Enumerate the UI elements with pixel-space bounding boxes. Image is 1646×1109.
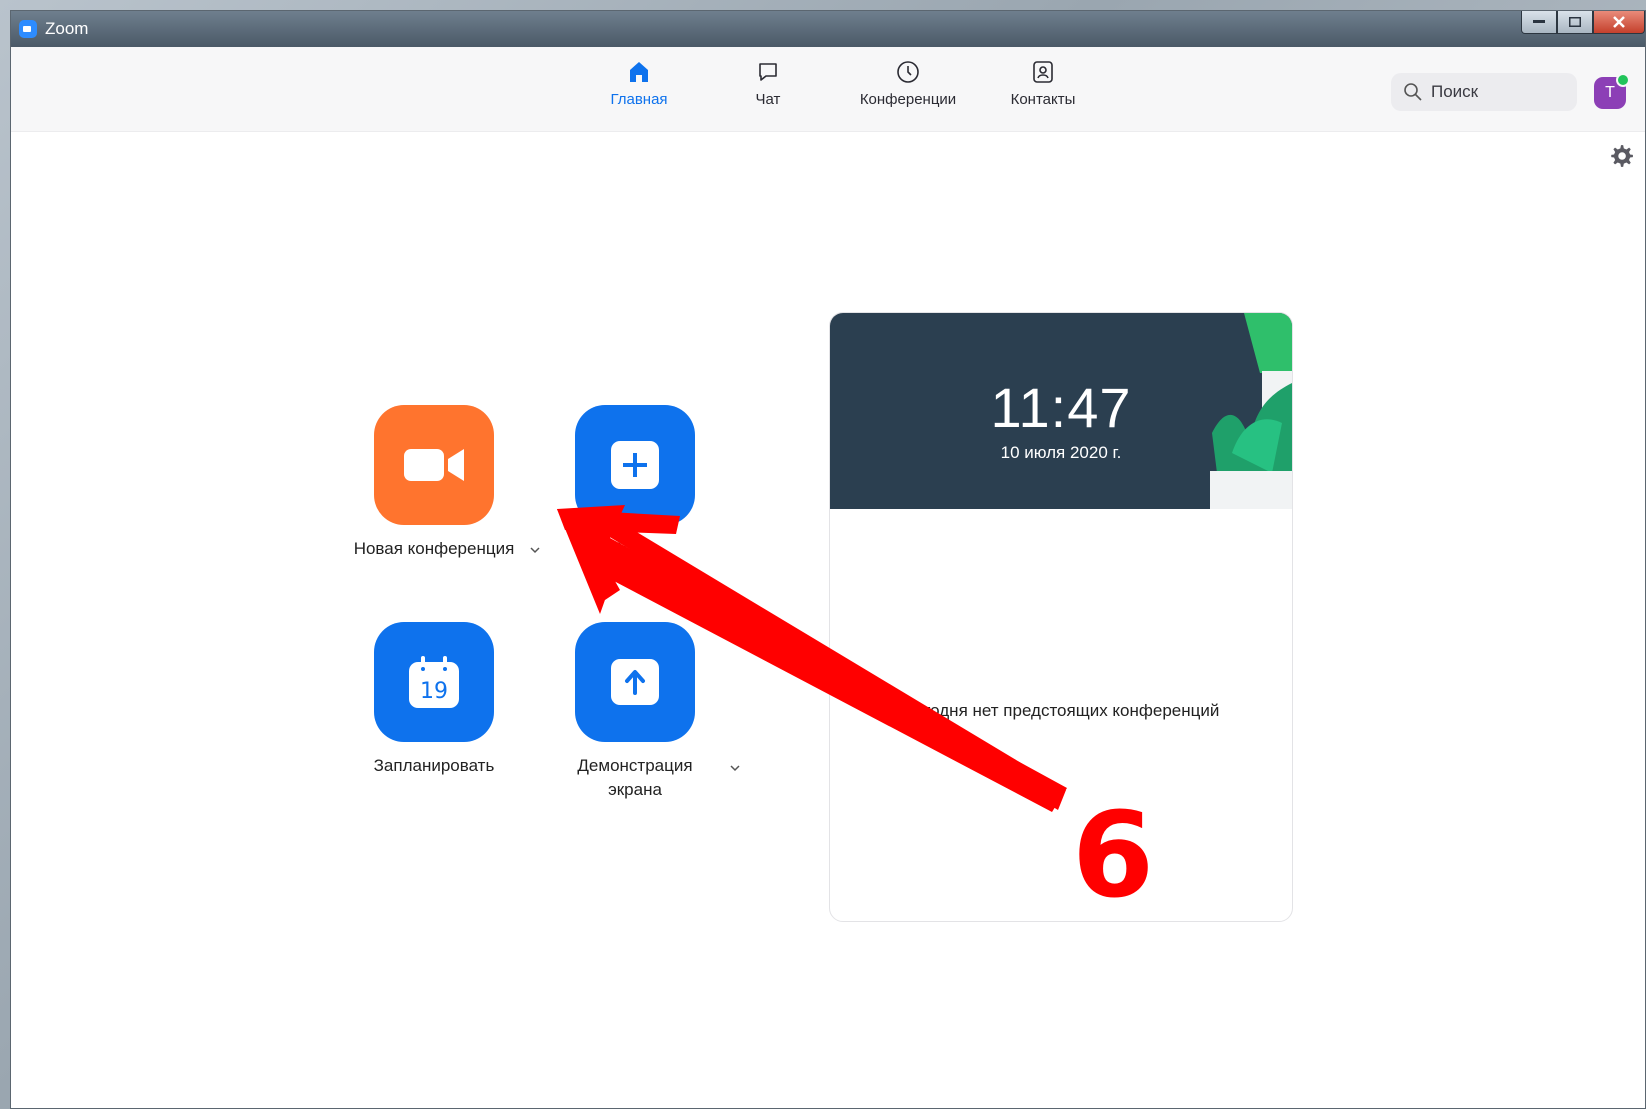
- window-title: Zoom: [45, 19, 89, 38]
- no-meetings-text: Сегодня нет предстоящих конференций: [902, 701, 1220, 720]
- chat-icon: [755, 59, 781, 85]
- new-meeting-options-chevron-icon[interactable]: [530, 543, 540, 557]
- title-bar: Zoom: [11, 11, 1645, 47]
- maximize-button[interactable]: [1557, 11, 1593, 34]
- tab-contacts-label: Контакты: [1010, 91, 1076, 108]
- schedule-label: Запланировать: [373, 756, 495, 775]
- share-arrow-icon: [611, 659, 659, 705]
- clock-icon: [895, 59, 921, 85]
- step-number-annotation: 6: [1072, 786, 1155, 924]
- avatar[interactable]: T: [1594, 73, 1630, 109]
- current-date: 10 июля 2020 г.: [1000, 443, 1122, 462]
- zoom-window: Zoom Главная Чат Конференции Контакты По…: [10, 10, 1646, 1109]
- search-input[interactable]: [1429, 81, 1573, 103]
- tab-contacts[interactable]: Контакты: [983, 59, 1103, 108]
- settings-gear-icon[interactable]: [1608, 143, 1634, 169]
- home-icon: [626, 59, 652, 85]
- tab-home-label: Главная: [610, 91, 668, 108]
- search-icon: [1404, 83, 1422, 101]
- avatar-letter: T: [1605, 84, 1615, 101]
- top-navigation-bar: Главная Чат Конференции Контакты T: [11, 47, 1645, 132]
- current-time: 11:47: [990, 376, 1132, 439]
- video-camera-icon: [404, 449, 464, 481]
- minimize-icon: [1533, 20, 1545, 23]
- minimize-button[interactable]: [1521, 11, 1557, 34]
- contacts-icon: [1030, 59, 1056, 85]
- tab-chat-label: Чат: [755, 91, 781, 108]
- maximize-icon: [1569, 17, 1581, 27]
- tab-meetings[interactable]: Конференции: [848, 59, 968, 108]
- join-button[interactable]: [575, 405, 695, 525]
- search-box[interactable]: [1391, 73, 1577, 111]
- card-header: 11:47 10 июля 2020 г.: [830, 313, 1292, 509]
- share-screen-options-chevron-icon[interactable]: [730, 761, 740, 775]
- tab-home[interactable]: Главная: [579, 59, 699, 108]
- upcoming-meetings-card: 11:47 10 июля 2020 г. Сегодня нет предст…: [829, 312, 1293, 922]
- close-button[interactable]: [1593, 11, 1645, 34]
- online-status-dot: [1616, 73, 1630, 87]
- new-meeting-button[interactable]: [374, 405, 494, 525]
- join-label: Войти: [611, 539, 659, 558]
- tab-meetings-label: Конференции: [859, 91, 957, 108]
- share-screen-button[interactable]: [575, 622, 695, 742]
- new-meeting-label: Новая конференция: [353, 539, 515, 558]
- window-controls: [1521, 11, 1645, 34]
- schedule-button[interactable]: 19: [374, 622, 494, 742]
- close-icon: [1613, 16, 1625, 28]
- share-screen-label: Демонстрация экрана: [577, 756, 693, 799]
- tab-chat[interactable]: Чат: [708, 59, 828, 108]
- zoom-app-icon: [19, 20, 37, 38]
- plus-icon: [611, 441, 659, 489]
- calendar-day: 19: [420, 679, 448, 704]
